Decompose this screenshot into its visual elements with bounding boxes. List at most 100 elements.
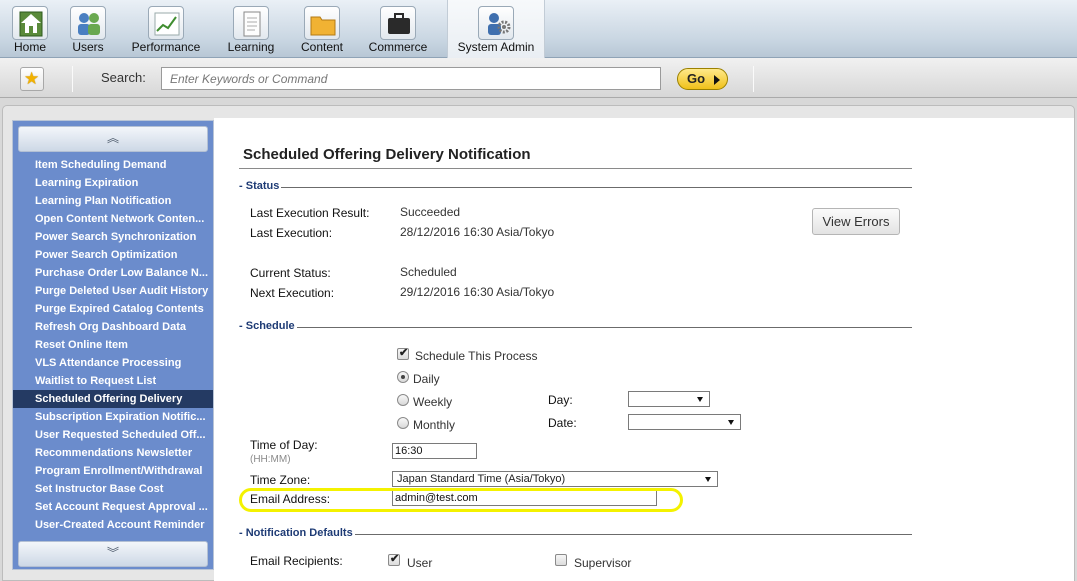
recipient-user-label: User: [407, 556, 433, 570]
sidebar-item[interactable]: Learning Plan Notification: [13, 192, 213, 210]
section-label: - Status: [239, 180, 282, 192]
nav-tab-home[interactable]: Home: [4, 0, 56, 58]
sidebar-item[interactable]: Learning Expiration: [13, 174, 213, 192]
nav-tab-commerce[interactable]: Commerce: [362, 0, 434, 58]
time-of-day-label: Time of Day:: [250, 438, 318, 452]
dropdown-arrow-icon: [697, 397, 703, 402]
double-chevron-down-icon: ︾: [107, 546, 120, 560]
sidebar-item[interactable]: Item Scheduling Demand: [13, 156, 213, 174]
nav-tab-users[interactable]: Users: [64, 0, 112, 58]
time-zone-label: Time Zone:: [250, 473, 311, 487]
date-select[interactable]: [628, 414, 741, 430]
section-label: - Schedule: [239, 320, 297, 332]
system-admin-gear-icon: [478, 6, 514, 40]
sidebar-item[interactable]: Subscription Expiration Notific...: [13, 408, 213, 426]
frequency-daily-radio[interactable]: [397, 371, 409, 383]
sidebar-item-active[interactable]: Scheduled Offering Delivery: [13, 390, 213, 408]
sidebar-item[interactable]: Refresh Org Dashboard Data: [13, 318, 213, 336]
checkmark-icon: ✔: [390, 553, 400, 565]
sidebar-item[interactable]: VLS Attendance Processing: [13, 354, 213, 372]
dropdown-arrow-icon: [705, 477, 711, 482]
email-address-highlight: [239, 488, 683, 512]
sidebar-item[interactable]: Power Search Synchronization: [13, 228, 213, 246]
frequency-weekly-label: Weekly: [413, 395, 453, 409]
sidebar-item[interactable]: User Requested Scheduled Off...: [13, 426, 213, 444]
sidebar-item[interactable]: Purge Deleted User Audit History: [13, 282, 213, 300]
sidebar-item[interactable]: Purchase Order Low Balance N...: [13, 264, 213, 282]
frequency-daily-label: Daily: [413, 372, 440, 386]
time-of-day-input[interactable]: [392, 443, 477, 459]
search-input[interactable]: [161, 67, 661, 90]
toolbar-divider: [753, 66, 754, 92]
next-execution-value: 29/12/2016 16:30 Asia/Tokyo: [400, 285, 555, 299]
recipient-supervisor-checkbox[interactable]: [555, 554, 567, 566]
frequency-monthly-label: Monthly: [413, 418, 456, 432]
favorites-button[interactable]: ★: [20, 67, 44, 91]
nav-tab-label: Content: [300, 40, 344, 54]
checkmark-icon: ✔: [399, 347, 409, 359]
schedule-section-header: - Schedule: [239, 320, 912, 334]
frequency-monthly-radio[interactable]: [397, 417, 409, 429]
day-select[interactable]: [628, 391, 710, 407]
notification-defaults-section-header: - Notification Defaults: [239, 527, 912, 541]
sidebar-item[interactable]: Purge Expired Catalog Contents: [13, 300, 213, 318]
title-divider: [239, 168, 912, 169]
go-button-label: Go: [687, 71, 706, 86]
last-execution-label: Last Execution:: [250, 226, 333, 240]
page-title: Scheduled Offering Delivery Notification: [243, 146, 531, 163]
time-zone-select[interactable]: Japan Standard Time (Asia/Tokyo): [392, 471, 718, 487]
recipient-supervisor-label: Supervisor: [574, 556, 632, 570]
nav-tab-label: Learning: [227, 40, 275, 54]
view-errors-button[interactable]: View Errors: [812, 208, 900, 235]
nav-tab-label: Commerce: [368, 40, 428, 54]
users-icon: [70, 6, 106, 40]
sidebar-scroll-down-button[interactable]: ︾: [18, 541, 208, 567]
content-folder-icon: [304, 6, 340, 40]
nav-tab-label: System Admin: [457, 40, 535, 54]
frequency-weekly-radio[interactable]: [397, 394, 409, 406]
nav-tab-label: Home: [13, 40, 46, 54]
sidebar-item[interactable]: Waitlist to Request List: [13, 372, 213, 390]
nav-tab-content[interactable]: Content: [294, 0, 350, 58]
commerce-briefcase-icon: [380, 6, 416, 40]
day-label: Day:: [548, 393, 573, 407]
last-execution-value: 28/12/2016 16:30 Asia/Tokyo: [400, 225, 555, 239]
email-recipients-label: Email Recipients:: [250, 554, 343, 568]
last-result-value: Succeeded: [400, 205, 461, 219]
home-icon: [12, 6, 48, 40]
double-chevron-up-icon: ︽: [107, 131, 120, 145]
sidebar-item[interactable]: User-Created Account Reminder: [13, 516, 213, 534]
sidebar-item[interactable]: Reset Online Item: [13, 336, 213, 354]
nav-tab-system-admin[interactable]: System Admin: [447, 0, 545, 59]
dropdown-arrow-icon: [728, 420, 734, 425]
nav-tab-performance[interactable]: Performance: [124, 0, 208, 58]
sidebar-list: Item Scheduling Demand Learning Expirati…: [13, 156, 213, 534]
sidebar-item[interactable]: Set Account Request Approval ...: [13, 498, 213, 516]
section-label: - Notification Defaults: [239, 527, 355, 539]
sidebar-item[interactable]: Power Search Optimization: [13, 246, 213, 264]
nav-tab-label: Performance: [131, 40, 201, 54]
star-icon: ★: [24, 69, 40, 88]
nav-tab-learning[interactable]: Learning: [222, 0, 280, 58]
recipient-user-checkbox[interactable]: ✔: [388, 553, 400, 566]
current-status-value: Scheduled: [400, 265, 457, 279]
toolbar-divider: [72, 66, 73, 92]
sidebar: ︽ Item Scheduling Demand Learning Expira…: [12, 120, 214, 570]
sidebar-item[interactable]: Set Instructor Base Cost: [13, 480, 213, 498]
play-arrow-icon: [714, 75, 720, 85]
sidebar-item[interactable]: Open Content Network Conten...: [13, 210, 213, 228]
top-navigation-bar: Home Users Performance Learning Content …: [0, 0, 1077, 59]
current-status-label: Current Status:: [250, 266, 331, 280]
sidebar-item[interactable]: Program Enrollment/Withdrawal: [13, 462, 213, 480]
date-label: Date:: [548, 416, 577, 430]
nav-tab-label: Users: [72, 40, 104, 54]
sidebar-item[interactable]: Recommendations Newsletter: [13, 444, 213, 462]
sidebar-scroll-up-button[interactable]: ︽: [18, 126, 208, 152]
search-toolbar: ★ Search: Go: [0, 58, 1077, 98]
schedule-process-label: Schedule This Process: [415, 349, 538, 363]
next-execution-label: Next Execution:: [250, 286, 335, 300]
time-format-hint: (HH:MM): [250, 454, 291, 465]
schedule-process-checkbox[interactable]: ✔: [397, 347, 409, 360]
performance-chart-icon: [148, 6, 184, 40]
go-button[interactable]: Go: [677, 68, 728, 90]
